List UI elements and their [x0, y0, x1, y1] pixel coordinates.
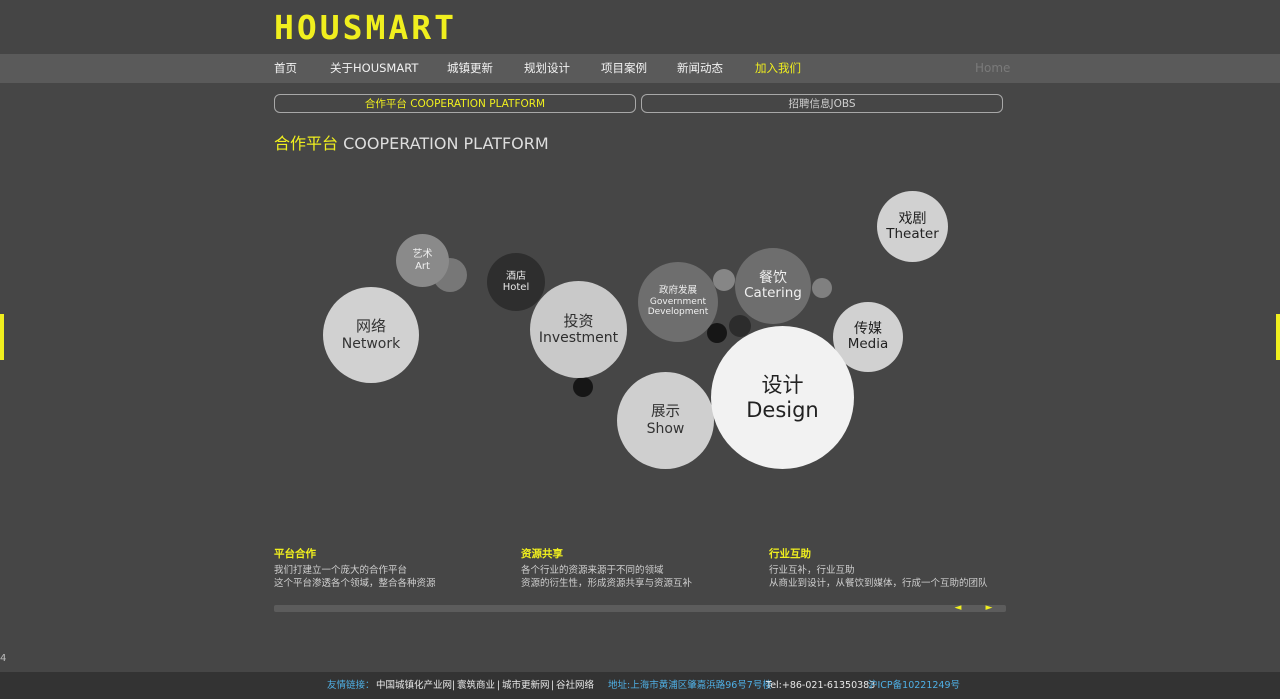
bubble-network[interactable]: 网络 Network: [323, 287, 419, 383]
bubble-catering[interactable]: 餐饮 Catering: [735, 248, 811, 324]
footer-separator: |: [551, 680, 555, 691]
footer-address: 地址:上海市黄浦区肇嘉浜路96号7号楼: [608, 680, 772, 691]
arrow-left-icon[interactable]: ◄: [951, 602, 965, 614]
bubble-show[interactable]: 展示 Show: [617, 372, 714, 469]
feature-line: 各个行业的资源来源于不同的领域: [521, 565, 664, 576]
bubble-art-en: Art: [415, 260, 430, 272]
footer-link[interactable]: 谷社网络: [556, 672, 594, 699]
footer-link[interactable]: 中国城镇化产业网: [376, 672, 452, 699]
footer-link[interactable]: 城市更新网: [502, 672, 550, 699]
feature-resource-sharing: 资源共享 各个行业的资源来源于不同的领域 资源的衍生性，形成资源共享与资源互补: [521, 547, 761, 590]
bubble-design-zh: 设计: [761, 373, 804, 398]
nav-item-planning[interactable]: 规划设计: [524, 54, 570, 83]
footer-tel: Tel:+86-021-61350383: [766, 680, 876, 691]
feature-industry-mutual-aid: 行业互助 行业互补，行业互助 从商业到设计，从餐饮到媒体，行成一个互助的团队: [769, 547, 1009, 590]
nav-item-news[interactable]: 新闻动态: [677, 54, 723, 83]
bubble-hotel-en: Hotel: [502, 282, 530, 293]
bubble-media-zh: 传媒: [854, 321, 882, 338]
main-nav: 首页 关于HOUSMART 城镇更新 规划设计 项目案例 新闻动态 加入我们 H…: [0, 54, 1280, 83]
bubble-hotel[interactable]: 酒店 Hotel: [487, 253, 545, 311]
bubble-theater-zh: 戏剧: [898, 210, 927, 227]
footer-separator: |: [497, 680, 501, 691]
nav-item-projects[interactable]: 项目案例: [601, 54, 647, 83]
decor-dot: [713, 269, 735, 291]
footer-icp[interactable]: 沪ICP备10221249号: [868, 672, 960, 699]
nav-item-urban-renewal[interactable]: 城镇更新: [447, 54, 493, 83]
page-title: 合作平台 COOPERATION PLATFORM: [274, 133, 549, 155]
bubble-theater-en: Theater: [886, 225, 939, 242]
bubble-hotel-zh: 酒店: [506, 270, 526, 282]
decor-dot: [812, 278, 832, 298]
bubble-investment[interactable]: 投资 Investment: [530, 281, 627, 378]
feature-platform-cooperation: 平台合作 我们打建立一个庞大的合作平台 这个平台渗透各个领域，整合各种资源: [274, 547, 514, 590]
bubble-network-zh: 网络: [355, 317, 386, 336]
feature-line: 从商业到设计，从餐饮到媒体，行成一个互助的团队: [769, 578, 988, 589]
bubble-art[interactable]: 艺术 Art: [396, 234, 449, 287]
footer-separator: |: [452, 680, 456, 691]
arrow-right-icon[interactable]: ►: [982, 602, 996, 614]
feature-title: 平台合作: [274, 548, 316, 560]
site-logo[interactable]: HOUSMART: [274, 10, 457, 46]
nav-item-about[interactable]: 关于HOUSMART: [330, 54, 418, 83]
bubble-investment-zh: 投资: [563, 311, 594, 330]
home-link[interactable]: Home: [975, 54, 1010, 83]
bubble-art-zh: 艺术: [412, 249, 433, 260]
feature-line: 资源的衍生性，形成资源共享与资源互补: [521, 578, 693, 589]
bubble-design-en: Design: [746, 397, 819, 422]
bubble-investment-en: Investment: [538, 330, 619, 347]
bubble-design[interactable]: 设计 Design: [711, 326, 854, 469]
bubble-media-en: Media: [847, 336, 889, 353]
site-footer: 友情链接： 中国城镇化产业网 | 寰筑商业 | 城市更新网 | 谷社网络 地址:…: [0, 672, 1280, 699]
bubble-catering-en: Catering: [744, 285, 802, 302]
bubble-government-en: Government Development: [647, 297, 709, 318]
feature-line: 行业互补，行业互助: [769, 565, 855, 576]
feature-slider-track[interactable]: [274, 605, 1006, 612]
feature-title: 行业互助: [769, 548, 811, 560]
tab-cooperation-platform[interactable]: 合作平台 COOPERATION PLATFORM: [274, 94, 636, 113]
bubble-government-development[interactable]: 政府发展 Government Development: [638, 262, 718, 342]
nav-item-home[interactable]: 首页: [274, 54, 297, 83]
bubble-network-en: Network: [341, 335, 401, 352]
bubble-show-en: Show: [646, 420, 685, 437]
footer-link[interactable]: 寰筑商业: [457, 672, 495, 699]
site-header: HOUSMART: [0, 0, 1280, 54]
feature-line: 这个平台渗透各个领域，整合各种资源: [274, 578, 436, 589]
feature-line: 我们打建立一个庞大的合作平台: [274, 565, 408, 576]
decor-dot: [573, 377, 593, 397]
bubble-catering-zh: 餐饮: [759, 270, 787, 287]
feature-title: 资源共享: [521, 548, 563, 560]
left-side-tab[interactable]: [0, 314, 4, 360]
tab-jobs[interactable]: 招聘信息JOBS: [641, 94, 1003, 113]
bubble-theater[interactable]: 戏剧 Theater: [877, 191, 948, 262]
bubble-show-zh: 展示: [651, 404, 680, 421]
stray-text: 4: [0, 653, 7, 664]
page-title-zh: 合作平台: [274, 134, 339, 153]
nav-item-join-us[interactable]: 加入我们: [755, 54, 801, 83]
right-side-tab[interactable]: [1276, 314, 1280, 360]
page-title-en: COOPERATION PLATFORM: [338, 134, 549, 153]
bubble-government-zh: 政府发展: [658, 285, 697, 297]
footer-links-label: 友情链接：: [327, 680, 375, 691]
